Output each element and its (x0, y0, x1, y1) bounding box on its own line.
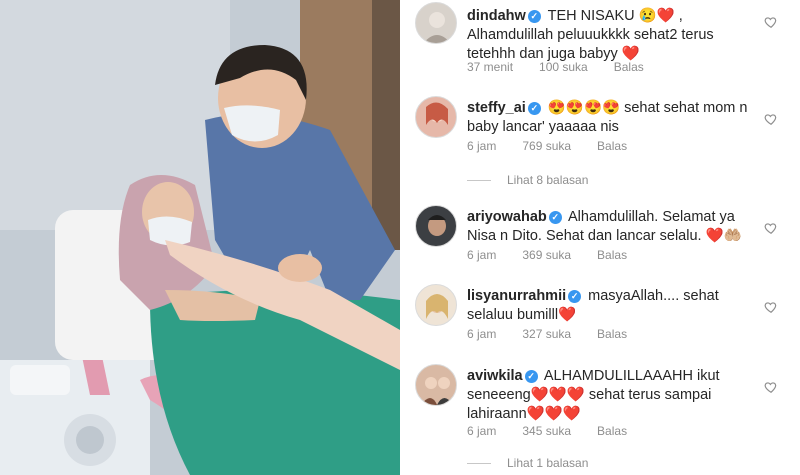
view-replies-button[interactable]: Lihat 1 balasan (467, 456, 588, 470)
heart-outline-icon[interactable] (764, 112, 778, 126)
verified-badge-icon: ✓ (527, 10, 541, 23)
reply-button[interactable]: Balas (614, 60, 644, 74)
comment-username[interactable]: aviwkila (467, 368, 523, 384)
comment-likes[interactable]: 100 suka (539, 60, 588, 74)
comment-meta: 6 jam 369 suka Balas (467, 248, 653, 262)
comment-body: ariyowahab ✓ Alhamdulillah. Selamat ya Ni… (467, 208, 757, 246)
verified-badge-icon: ✓ (527, 102, 541, 115)
verified-badge-icon: ✓ (568, 290, 582, 303)
comment-body: dindahw ✓ TEH NISAKU 😢❤️ , Alhamdulillah … (467, 7, 757, 64)
replies-divider (467, 180, 491, 182)
verified-badge-icon: ✓ (524, 370, 538, 383)
comment-time: 6 jam (467, 139, 497, 153)
view-replies-label: Lihat 1 balasan (507, 456, 589, 470)
comment-username[interactable]: ariyowahab (467, 209, 547, 225)
comment-body: steffy_ai ✓ 😍😍😍😍 sehat sehat mom n baby l… (467, 99, 757, 137)
reply-button[interactable]: Balas (597, 424, 627, 438)
comment-time: 6 jam (467, 424, 497, 438)
avatar[interactable] (415, 205, 457, 247)
comment-body: aviwkila ✓ ALHAMDULILLAAAHH ikut seneeeng… (467, 367, 757, 424)
avatar[interactable] (415, 96, 457, 138)
avatar[interactable] (415, 364, 457, 406)
comment-username[interactable]: lisyanurrahmii (467, 288, 566, 304)
comment-likes[interactable]: 769 suka (522, 139, 571, 153)
comment-meta: 6 jam 345 suka Balas (467, 424, 653, 438)
comment-username[interactable]: steffy_ai (467, 100, 526, 116)
reply-button[interactable]: Balas (597, 327, 627, 341)
comment-meta: 37 menit 100 suka Balas (467, 60, 670, 74)
comment-time: 6 jam (467, 327, 497, 341)
comment-time: 6 jam (467, 248, 497, 262)
heart-outline-icon[interactable] (764, 380, 778, 394)
comments-panel: dindahw ✓ TEH NISAKU 😢❤️ , Alhamdulillah … (400, 0, 800, 475)
comment-time: 37 menit (467, 60, 514, 74)
comment-meta: 6 jam 769 suka Balas (467, 139, 653, 153)
avatar[interactable] (415, 2, 457, 44)
verified-badge-icon: ✓ (548, 211, 562, 224)
heart-outline-icon[interactable] (764, 221, 778, 235)
comment-likes[interactable]: 327 suka (522, 327, 571, 341)
heart-outline-icon[interactable] (764, 300, 778, 314)
photo-illustration (0, 0, 400, 475)
comment-username[interactable]: dindahw (467, 8, 526, 24)
avatar[interactable] (415, 284, 457, 326)
heart-outline-icon[interactable] (764, 15, 778, 29)
replies-divider (467, 463, 491, 465)
reply-button[interactable]: Balas (597, 248, 627, 262)
reply-button[interactable]: Balas (597, 139, 627, 153)
view-replies-button[interactable]: Lihat 8 balasan (467, 173, 588, 187)
post-photo (0, 0, 400, 475)
comment-likes[interactable]: 345 suka (522, 424, 571, 438)
comment-likes[interactable]: 369 suka (522, 248, 571, 262)
comment-meta: 6 jam 327 suka Balas (467, 327, 653, 341)
comment-body: lisyanurrahmii ✓ masyaAllah.... sehat sel… (467, 287, 757, 325)
view-replies-label: Lihat 8 balasan (507, 173, 589, 187)
